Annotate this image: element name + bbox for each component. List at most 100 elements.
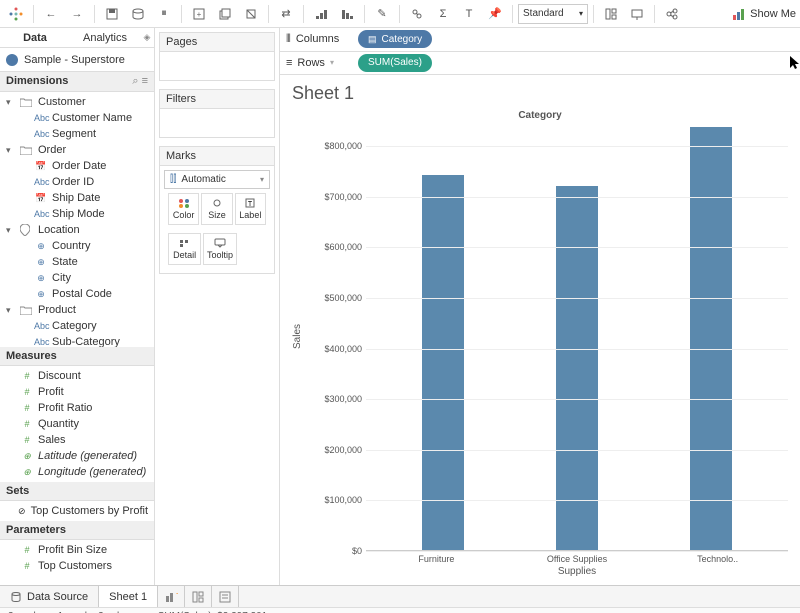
highlight-icon[interactable]: ✎ (370, 3, 394, 25)
marks-card: Marks ⫿⫿Automatic▾ Color Size TLabel Det… (159, 146, 275, 274)
field-segment[interactable]: AbcSegment (0, 126, 154, 142)
fit-selector[interactable]: Standard▾ (518, 4, 588, 24)
data-pane: Data Analytics ◈ Sample - Superstore Dim… (0, 28, 155, 585)
columns-icon: ⦀ (286, 33, 291, 46)
param-item[interactable]: #Top Customers (0, 558, 154, 574)
share-icon[interactable] (660, 3, 684, 25)
new-story-icon[interactable] (212, 586, 239, 607)
datasource-icon (6, 54, 18, 66)
section-sets: Sets (0, 482, 154, 501)
field-postal-code[interactable]: ⊕Postal Code (0, 286, 154, 302)
new-datasource-icon[interactable] (126, 3, 150, 25)
new-dashboard-icon[interactable] (185, 586, 212, 607)
new-worksheet-icon[interactable]: + (158, 586, 185, 607)
swap-icon[interactable]: ⇄ (274, 3, 298, 25)
pin-icon[interactable]: 📌 (483, 3, 507, 25)
cards-pane: Pages Filters Marks ⫿⫿Automatic▾ Color S… (155, 28, 280, 585)
marks-color[interactable]: Color (168, 193, 199, 225)
field-customer-name[interactable]: AbcCustomer Name (0, 110, 154, 126)
marks-type-selector[interactable]: ⫿⫿Automatic▾ (164, 170, 270, 189)
field-ship-date[interactable]: 📅Ship Date (0, 190, 154, 206)
field-location[interactable]: ▾Location (0, 222, 154, 238)
field-longitude--generated-[interactable]: ⊕Longitude (generated) (0, 464, 154, 480)
bar-furniture[interactable] (422, 175, 464, 550)
marks-tooltip[interactable]: Tooltip (203, 233, 236, 265)
x-axis-label: Supplies (366, 566, 788, 577)
field-profit[interactable]: #Profit (0, 384, 154, 400)
marks-size[interactable]: Size (201, 193, 232, 225)
field-order-id[interactable]: AbcOrder ID (0, 174, 154, 190)
tab-datasource[interactable]: Data Source (0, 586, 99, 607)
set-item[interactable]: ⊘Top Customers by Profit (0, 503, 154, 519)
field-state[interactable]: ⊕State (0, 254, 154, 270)
chart-plot[interactable] (366, 121, 788, 551)
pill-sum-sales[interactable]: SUM(Sales) (358, 54, 432, 72)
y-tick: $500,000 (324, 293, 362, 303)
sheet-view: Sheet 1 Category Sales $0$100,000$200,00… (280, 75, 800, 585)
undo-icon[interactable]: ← (39, 3, 63, 25)
field-product[interactable]: ▾Product (0, 302, 154, 318)
field-category[interactable]: AbcCategory (0, 318, 154, 334)
marks-label[interactable]: TLabel (235, 193, 266, 225)
rows-shelf[interactable]: ≡Rows▾ SUM(Sales) (280, 52, 800, 76)
field-sales[interactable]: #Sales (0, 432, 154, 448)
tab-sheet1[interactable]: Sheet 1 (99, 586, 158, 607)
filters-card[interactable]: Filters (159, 89, 275, 138)
param-item[interactable]: #Profit Bin Size (0, 542, 154, 558)
new-sheet-icon[interactable]: + (187, 3, 211, 25)
show-me-button[interactable]: Show Me (732, 7, 796, 21)
section-dimensions: Dimensions⌕ ≡ (0, 72, 154, 92)
field-customer[interactable]: ▾Customer (0, 94, 154, 110)
svg-text:+: + (176, 590, 178, 598)
field-city[interactable]: ⊕City (0, 270, 154, 286)
logo-icon[interactable] (4, 3, 28, 25)
y-tick: $100,000 (324, 495, 362, 505)
x-tick: Technolo.. (647, 551, 788, 564)
datasource-row[interactable]: Sample - Superstore (0, 48, 154, 72)
clear-icon[interactable] (239, 3, 263, 25)
tab-analytics[interactable]: Analytics (70, 28, 140, 47)
field-latitude--generated-[interactable]: ⊕Latitude (generated) (0, 448, 154, 464)
x-tick: Furniture (366, 551, 507, 564)
pill-category[interactable]: ▤Category (358, 30, 432, 48)
presentation-icon[interactable] (625, 3, 649, 25)
y-tick: $300,000 (324, 394, 362, 404)
field-ship-mode[interactable]: AbcShip Mode (0, 206, 154, 222)
section-parameters: Parameters (0, 521, 154, 540)
pages-card[interactable]: Pages (159, 32, 275, 81)
y-tick: $600,000 (324, 242, 362, 252)
sheet-tabs: Data Source Sheet 1 + (0, 585, 800, 607)
field-order[interactable]: ▾Order (0, 142, 154, 158)
group-icon[interactable] (405, 3, 429, 25)
sheet-title[interactable]: Sheet 1 (292, 83, 788, 104)
sort-desc-icon[interactable] (335, 3, 359, 25)
field-profit-ratio[interactable]: #Profit Ratio (0, 400, 154, 416)
field-order-date[interactable]: 📅Order Date (0, 158, 154, 174)
y-tick: $400,000 (324, 344, 362, 354)
dimension-icon: ▤ (368, 34, 377, 45)
marks-detail[interactable]: Detail (168, 233, 201, 265)
save-icon[interactable] (100, 3, 124, 25)
rows-icon: ≡ (286, 57, 292, 69)
duplicate-icon[interactable] (213, 3, 237, 25)
cursor-icon (790, 56, 800, 72)
field-quantity[interactable]: #Quantity (0, 416, 154, 432)
field-discount[interactable]: #Discount (0, 368, 154, 384)
labels-icon[interactable]: T (457, 3, 481, 25)
pause-icon[interactable]: ⏸ (152, 3, 176, 25)
field-country[interactable]: ⊕Country (0, 238, 154, 254)
tab-data[interactable]: Data (0, 28, 70, 47)
redo-icon[interactable]: → (65, 3, 89, 25)
columns-shelf[interactable]: ⦀Columns ▤Category (280, 28, 800, 52)
pane-menu-icon[interactable]: ◈ (140, 28, 154, 47)
field-sub-category[interactable]: AbcSub-Category (0, 334, 154, 347)
totals-icon[interactable]: Σ (431, 3, 455, 25)
bar-technolo..[interactable] (690, 127, 732, 550)
dashboard-icon[interactable] (599, 3, 623, 25)
sort-asc-icon[interactable] (309, 3, 333, 25)
datasource-tab-icon (10, 591, 22, 603)
y-tick: $700,000 (324, 192, 362, 202)
toolbar: ← → ⏸ + ⇄ ✎ Σ T 📌 Standard▾ Show Me (0, 0, 800, 28)
bar-office supplies[interactable] (556, 186, 598, 550)
status-bar: 3 marks 1 row by 3 columns SUM(Sales): $… (0, 607, 800, 613)
